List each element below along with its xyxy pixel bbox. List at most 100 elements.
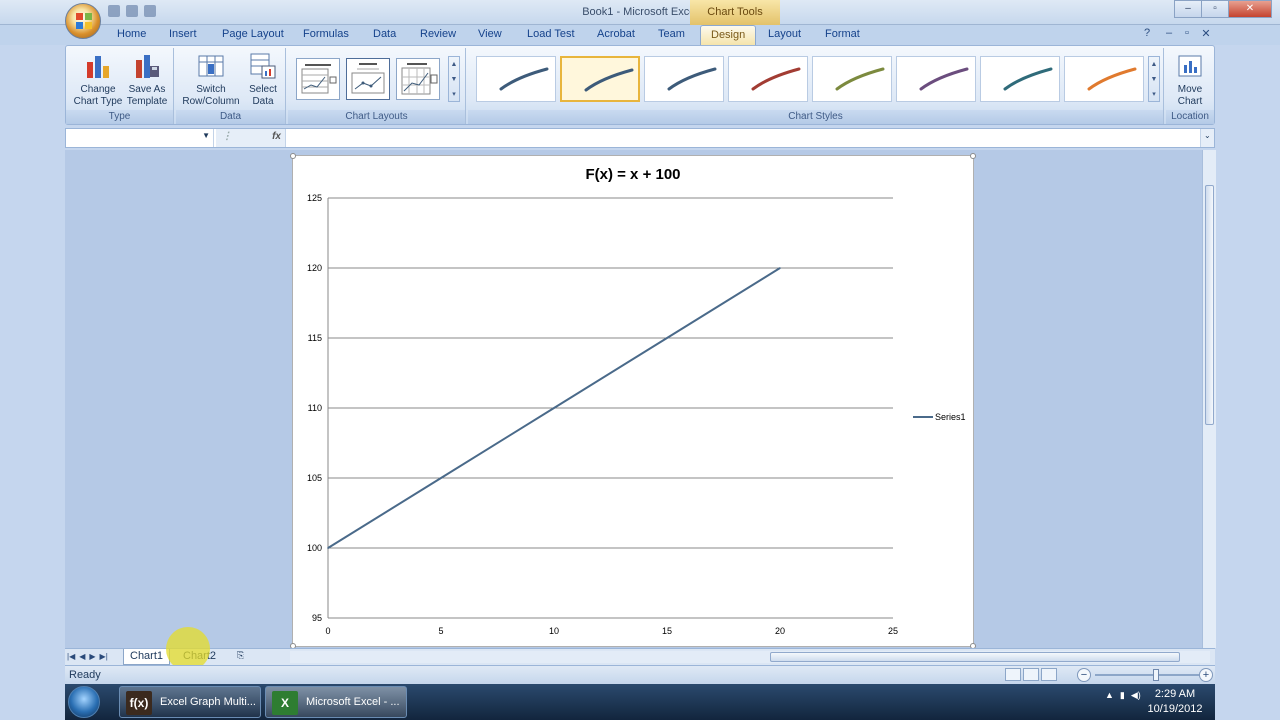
change-chart-type-button[interactable]: Change Chart Type <box>70 52 126 108</box>
chart-style-7[interactable] <box>980 56 1060 102</box>
expand-formula-bar-button[interactable]: ⌄ <box>1200 129 1214 147</box>
chart-style-1[interactable] <box>476 56 556 102</box>
horizontal-scroll-thumb[interactable] <box>770 652 1180 662</box>
office-button[interactable] <box>65 3 101 39</box>
location-group-label: Location <box>1166 110 1214 124</box>
insert-sheet-icon[interactable]: ⎘ <box>231 649 250 665</box>
data-point <box>666 337 668 339</box>
excel-icon: X <box>272 691 298 715</box>
y-tick-label: 105 <box>307 473 322 483</box>
office-logo-icon <box>75 12 93 30</box>
data-point <box>327 547 329 549</box>
move-chart-button[interactable]: Move Chart <box>1168 52 1212 108</box>
next-sheet-icon[interactable]: ▶ <box>89 652 95 661</box>
tab-formulas[interactable]: Formulas <box>303 28 349 40</box>
tab-design[interactable]: Design <box>700 25 757 46</box>
chart-layout-1[interactable] <box>296 58 340 100</box>
data-group: Switch Row/Column Select Data Data <box>176 48 286 124</box>
tab-acrobat[interactable]: Acrobat <box>597 28 635 40</box>
plot-area[interactable]: 95 100 105 110 115 120 125 0 5 10 15 20 25 <box>293 156 975 648</box>
prev-sheet-icon[interactable]: ◀ <box>79 652 85 661</box>
ribbon-restore-icon[interactable]: ▫ <box>1180 27 1194 41</box>
chart-style-6[interactable] <box>896 56 976 102</box>
save-as-template-label-1: Save As <box>128 84 166 95</box>
vertical-scroll-thumb[interactable] <box>1205 185 1214 425</box>
horizontal-scrollbar[interactable] <box>290 651 1210 663</box>
ribbon-tabs: Home Insert Page Layout Formulas Data Re… <box>0 25 1280 46</box>
maximize-button[interactable]: ▫ <box>1201 0 1229 18</box>
save-as-template-button[interactable]: Save As Template <box>124 52 170 108</box>
tab-page-layout[interactable]: Page Layout <box>222 28 284 40</box>
y-tick-label: 110 <box>308 403 322 413</box>
tab-team[interactable]: Team <box>658 28 685 40</box>
taskbar-item-label: Excel Graph Multi... <box>160 696 256 708</box>
select-data-button[interactable]: Select Data <box>244 52 282 108</box>
y-tick-label: 120 <box>307 263 322 273</box>
chart-layout-2[interactable] <box>346 58 390 100</box>
ribbon-close-icon[interactable]: ✕ <box>1199 27 1213 41</box>
minimize-button[interactable]: – <box>1174 0 1202 18</box>
legend-label-series1: Series1 <box>935 412 966 422</box>
close-button[interactable]: ✕ <box>1228 0 1272 18</box>
name-box-dropdown-icon[interactable]: ▼ <box>202 131 210 140</box>
sheet-nav-arrows: |◀ ◀ ▶ ▶| <box>67 652 108 661</box>
taskbar-item-excel-graph[interactable]: f(x) Excel Graph Multi... <box>119 686 261 718</box>
chart-layouts-group: ▲ ▼ ▾ Chart Layouts <box>288 48 466 124</box>
chart-type-icon <box>85 52 111 80</box>
last-sheet-icon[interactable]: ▶| <box>100 652 108 661</box>
chart-styles-label: Chart Styles <box>468 110 1163 124</box>
sheet-tab-chart2[interactable]: Chart2 <box>177 649 222 665</box>
start-button[interactable] <box>68 686 100 718</box>
y-tick-label: 125 <box>307 193 322 203</box>
layouts-gallery-scroll[interactable]: ▲ ▼ ▾ <box>448 56 460 102</box>
legend[interactable]: Series1 <box>913 412 966 422</box>
move-chart-label-2: Chart <box>1177 96 1203 107</box>
tab-load-test[interactable]: Load Test <box>527 28 575 40</box>
tab-home[interactable]: Home <box>117 28 146 40</box>
chart-style-5[interactable] <box>812 56 892 102</box>
formula-grip-icon: ⋮ <box>222 131 232 142</box>
page-break-view-icon[interactable] <box>1041 668 1057 681</box>
zoom-slider-knob[interactable] <box>1153 669 1159 681</box>
location-group: Move Chart Location <box>1166 48 1214 124</box>
taskbar-item-microsoft-excel[interactable]: X Microsoft Excel - ... <box>265 686 407 718</box>
first-sheet-icon[interactable]: |◀ <box>67 652 75 661</box>
move-chart-icon <box>1177 52 1203 80</box>
y-tick-label: 115 <box>308 333 322 343</box>
zoom-slider[interactable] <box>1095 674 1199 676</box>
normal-view-icon[interactable] <box>1005 668 1021 681</box>
chart-layouts-label: Chart Layouts <box>288 110 465 124</box>
ribbon: Change Chart Type Save As Template Type … <box>65 45 1215 125</box>
help-icon[interactable]: ? <box>1140 27 1154 41</box>
styles-gallery-scroll[interactable]: ▲ ▼ ▾ <box>1148 56 1160 102</box>
chart-style-8[interactable] <box>1064 56 1144 102</box>
tray-expand-icon[interactable]: ▲ <box>1105 690 1114 701</box>
chart-style-3[interactable] <box>644 56 724 102</box>
data-point <box>779 267 781 269</box>
page-layout-view-icon[interactable] <box>1023 668 1039 681</box>
ribbon-minimize-icon[interactable]: – <box>1162 27 1176 41</box>
tab-layout[interactable]: Layout <box>768 28 801 40</box>
chart-layout-3[interactable] <box>396 58 440 100</box>
clock[interactable]: 2:29 AM 10/19/2012 <box>1135 687 1215 717</box>
tab-insert[interactable]: Insert <box>169 28 197 40</box>
zoom-out-icon[interactable]: − <box>1077 668 1091 682</box>
tab-data[interactable]: Data <box>373 28 396 40</box>
sheet-tab-chart1[interactable]: Chart1 <box>123 649 171 665</box>
name-box[interactable]: ▼ <box>66 129 214 147</box>
tab-format[interactable]: Format <box>825 28 860 40</box>
zoom-in-icon[interactable]: + <box>1199 668 1213 682</box>
tab-view[interactable]: View <box>478 28 502 40</box>
chart-area[interactable]: F(x) = x + 100 95 100 105 110 115 120 125 0 5 10 1… <box>290 153 976 649</box>
x-tick-label: 25 <box>888 626 898 636</box>
switch-row-column-label-1: Switch <box>196 84 226 95</box>
y-tick-label: 100 <box>307 543 322 553</box>
switch-row-column-button[interactable]: Switch Row/Column <box>180 52 242 108</box>
insert-function-button[interactable]: fx <box>272 131 281 142</box>
chart-style-2[interactable] <box>560 56 640 102</box>
network-icon[interactable]: ▮ <box>1120 690 1125 701</box>
vertical-scrollbar[interactable] <box>1202 150 1216 648</box>
x-tick-label: 20 <box>775 626 785 636</box>
tab-review[interactable]: Review <box>420 28 456 40</box>
chart-style-4[interactable] <box>728 56 808 102</box>
